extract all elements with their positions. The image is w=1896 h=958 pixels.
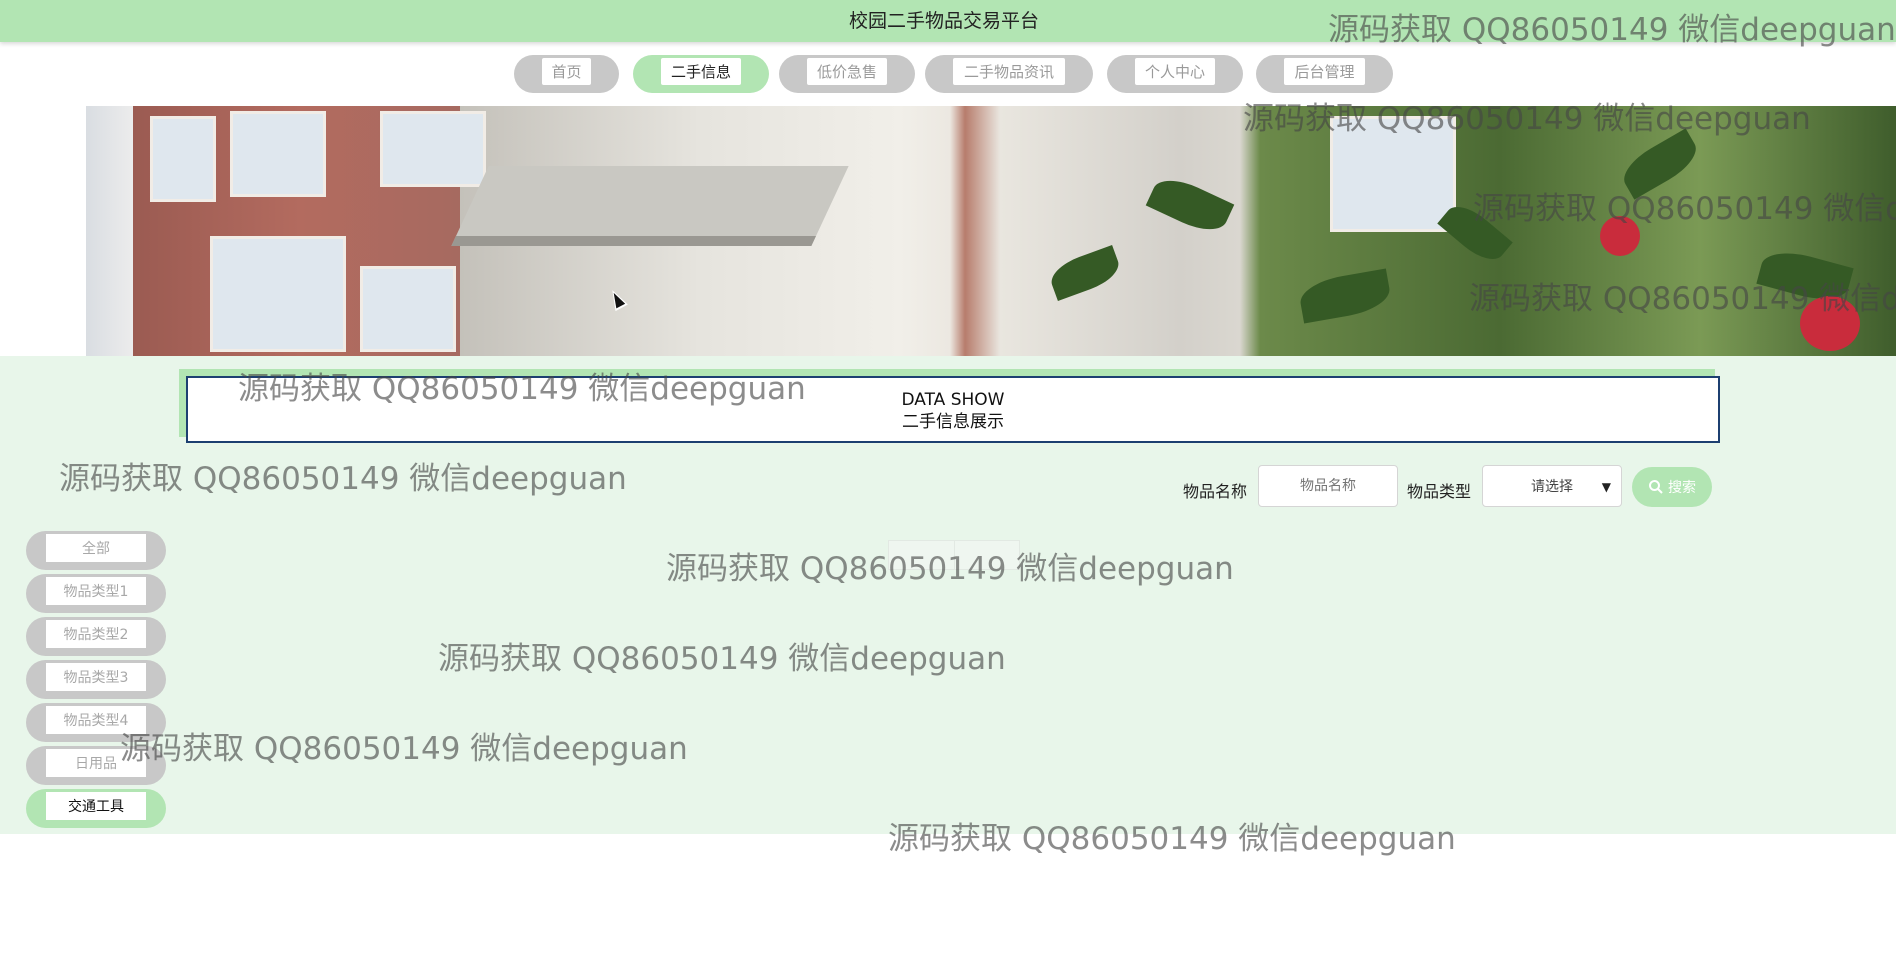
category-label: 日用品 (46, 749, 146, 777)
section-title-cn: 二手信息展示 (902, 412, 1004, 432)
item-type-selected: 请选择 (1531, 479, 1573, 495)
item-name-label: 物品名称 (1183, 482, 1248, 501)
search-button[interactable]: 搜索 (1632, 467, 1712, 507)
category-label: 交通工具 (46, 792, 146, 820)
search-icon (1649, 480, 1663, 494)
category-type-2[interactable]: 物品类型2 (26, 617, 166, 656)
category-label: 物品类型2 (46, 620, 146, 648)
nav-item-label: 首页 (542, 58, 591, 85)
leaf (1145, 170, 1235, 240)
section-header: DATA SHOW 二手信息展示 (186, 376, 1720, 443)
building-window (150, 116, 216, 202)
category-type-3[interactable]: 物品类型3 (26, 660, 166, 699)
building-window (210, 236, 346, 352)
site-title: 校园二手物品交易平台 (848, 10, 1039, 32)
leaf (1046, 245, 1124, 301)
category-type-4[interactable]: 物品类型4 (26, 703, 166, 742)
pagination[interactable] (888, 540, 1020, 570)
category-type-1[interactable]: 物品类型1 (26, 574, 166, 613)
search-button-label: 搜索 (1668, 480, 1696, 496)
category-daily-goods[interactable]: 日用品 (26, 746, 166, 785)
category-transport[interactable]: 交通工具 (26, 789, 166, 828)
flower (1600, 216, 1640, 256)
category-label: 物品类型4 (46, 706, 146, 734)
chevron-down-icon: ▼ (1601, 480, 1611, 494)
building-window (1330, 116, 1456, 232)
item-type-label: 物品类型 (1407, 482, 1472, 501)
category-label: 物品类型3 (46, 663, 146, 691)
top-bar: 校园二手物品交易平台 (0, 0, 1896, 42)
flower (1800, 296, 1860, 351)
category-label: 物品类型1 (46, 577, 146, 605)
nav-item-low-price-sale[interactable]: 低价急售 (779, 55, 915, 93)
category-label: 全部 (46, 534, 146, 562)
building-window (380, 111, 486, 187)
banner-image (0, 106, 1896, 356)
building-canopy (451, 166, 849, 246)
item-type-select[interactable]: 请选择 ▼ (1482, 465, 1622, 507)
nav-item-secondhand-info[interactable]: 二手信息 (633, 55, 769, 93)
nav-item-home[interactable]: 首页 (514, 55, 619, 93)
nav-item-label: 二手信息 (661, 58, 741, 85)
section-title-en: DATA SHOW (901, 390, 1005, 410)
leaf (1297, 268, 1393, 324)
nav-item-label: 后台管理 (1284, 58, 1365, 85)
nav-item-news[interactable]: 二手物品资讯 (925, 55, 1093, 93)
nav-item-label: 低价急售 (807, 58, 887, 85)
category-all[interactable]: 全部 (26, 531, 166, 570)
nav-item-personal-center[interactable]: 个人中心 (1107, 55, 1243, 93)
nav-item-admin[interactable]: 后台管理 (1256, 55, 1393, 93)
leaf (1616, 128, 1704, 200)
leaf (1437, 197, 1513, 269)
building-window (230, 111, 326, 197)
building-window (360, 266, 456, 352)
nav-item-label: 个人中心 (1135, 58, 1215, 85)
nav-item-label: 二手物品资讯 (953, 58, 1065, 85)
item-name-input[interactable] (1258, 465, 1398, 507)
